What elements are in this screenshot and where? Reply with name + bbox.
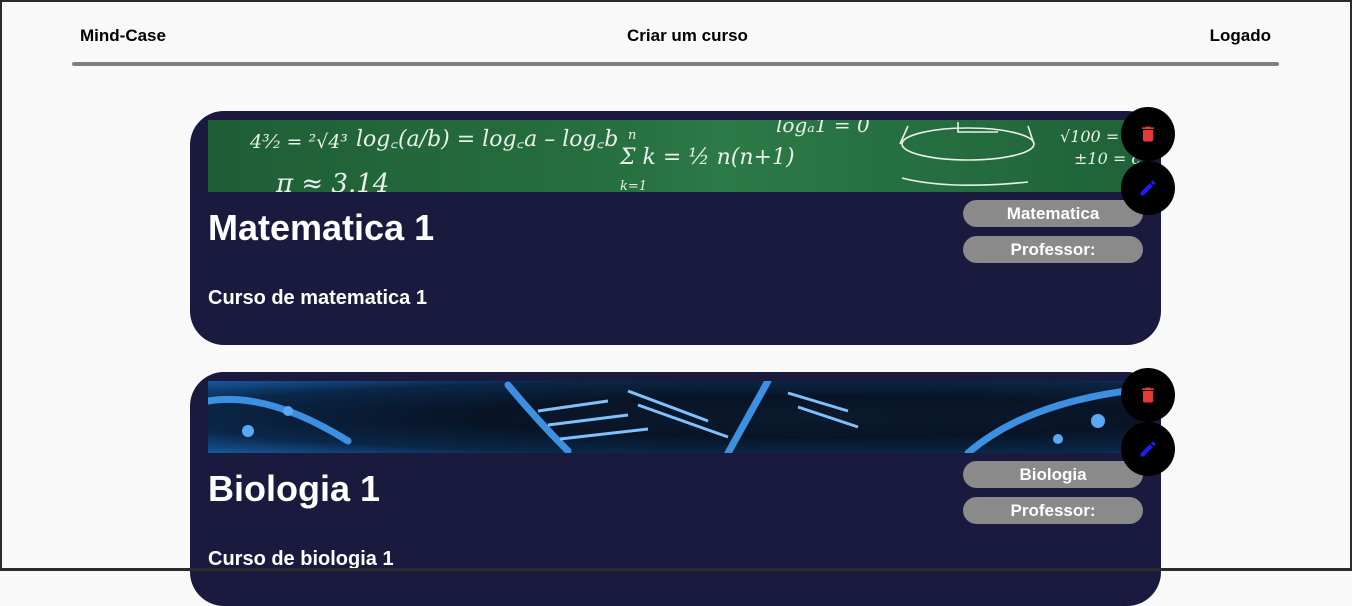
- professor-badge: Professor:: [963, 236, 1143, 263]
- svg-text:log꜀(a/b) = log꜀a – log꜀b: log꜀(a/b) = log꜀a – log꜀b: [356, 127, 618, 152]
- dna-helix-graphic: [208, 381, 1143, 453]
- delete-course-button[interactable]: [1121, 368, 1175, 422]
- course-title: Biologia 1: [208, 468, 380, 510]
- create-course-link[interactable]: Criar um curso: [627, 26, 748, 46]
- course-card[interactable]: 4³⁄₂ = ²√4³ log꜀(a/b) = log꜀a – log꜀b Σ …: [190, 111, 1161, 345]
- course-banner-image: [208, 381, 1143, 453]
- svg-text:n: n: [628, 128, 636, 143]
- course-title: Matematica 1: [208, 207, 434, 249]
- trash-icon: [1138, 385, 1158, 405]
- svg-text:π ≈ 3.14: π ≈ 3.14: [275, 169, 389, 192]
- navbar-divider: [72, 62, 1279, 66]
- delete-course-button[interactable]: [1121, 107, 1175, 161]
- course-banner-image: 4³⁄₂ = ²√4³ log꜀(a/b) = log꜀a – log꜀b Σ …: [208, 120, 1143, 192]
- subject-badge: Matematica: [963, 200, 1143, 227]
- trash-icon: [1138, 124, 1158, 144]
- course-description: Curso de matematica 1: [208, 287, 427, 310]
- pencil-icon: [1138, 439, 1158, 459]
- chalkboard-formulas-graphic: 4³⁄₂ = ²√4³ log꜀(a/b) = log꜀a – log꜀b Σ …: [208, 120, 1143, 192]
- window-top-border: [0, 0, 1352, 2]
- edit-course-button[interactable]: [1121, 161, 1175, 215]
- svg-text:k=1: k=1: [620, 179, 647, 192]
- top-navbar: Mind-Case Criar um curso Logado: [72, 22, 1279, 50]
- window-left-border: [0, 0, 2, 571]
- user-status-link[interactable]: Logado: [1210, 26, 1271, 46]
- subject-badge: Biologia: [963, 461, 1143, 488]
- brand-link[interactable]: Mind-Case: [80, 26, 166, 46]
- svg-text:logₐ1 = 0: logₐ1 = 0: [776, 120, 870, 137]
- edit-course-button[interactable]: [1121, 422, 1175, 476]
- svg-text:Σ k = ½ n(n+1): Σ k = ½ n(n+1): [619, 145, 795, 170]
- svg-text:4³⁄₂ = ²√4³: 4³⁄₂ = ²√4³: [249, 131, 348, 153]
- pencil-icon: [1138, 178, 1158, 198]
- professor-badge: Professor:: [963, 497, 1143, 524]
